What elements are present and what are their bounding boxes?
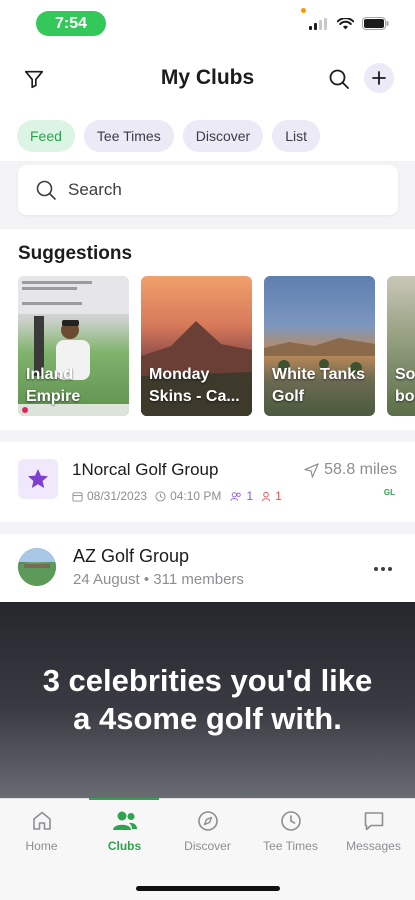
chip-tee-times[interactable]: Tee Times (83, 120, 174, 152)
search-input-icon (36, 180, 56, 200)
chip-list[interactable]: List (272, 120, 320, 152)
suggestion-card-label: So bo (395, 366, 415, 405)
status-time: 7:54 (36, 11, 106, 36)
status-icons (309, 17, 389, 30)
plus-icon (372, 71, 386, 85)
suggestion-card-label: Monday Skins - Ca... (149, 366, 240, 405)
post-group-avatar[interactable] (18, 548, 56, 586)
group-requests-count: 1 (275, 489, 282, 503)
tab-discover-label: Discover (184, 839, 231, 853)
tab-clubs[interactable]: Clubs (83, 809, 166, 853)
wifi-icon (337, 17, 354, 29)
message-icon (364, 812, 383, 831)
clock-small-icon (155, 490, 166, 502)
battery-icon (362, 17, 389, 30)
home-icon (32, 811, 51, 830)
group-date: 08/31/2023 (87, 489, 148, 503)
suggestion-card[interactable]: So bo (387, 276, 415, 416)
home-indicator (136, 886, 280, 891)
cellular-signal-icon (309, 17, 327, 30)
more-icon (374, 567, 392, 571)
filter-chips: Feed Tee Times Discover List (17, 120, 320, 152)
bottom-tab-bar: Home Clubs Discover Tee Times Messages (0, 798, 415, 900)
post-more-button[interactable] (373, 556, 393, 577)
chip-feed[interactable]: Feed (17, 120, 75, 152)
tab-home[interactable]: Home (0, 809, 83, 853)
calendar-icon (72, 491, 83, 502)
tab-messages-label: Messages (346, 839, 401, 853)
suggestion-card[interactable]: White Tanks Golf (264, 276, 375, 416)
group-meta: 08/31/2023 04:10 PM 1 1 (72, 489, 282, 503)
clock-icon (280, 811, 301, 831)
tab-tee-times-label: Tee Times (263, 839, 318, 853)
section-divider (0, 522, 415, 534)
suggestion-card-label: Inland Empire (26, 366, 81, 405)
header-search-button[interactable] (325, 65, 353, 93)
post-subtitle: 24 August • 311 members (73, 571, 244, 588)
search-input[interactable]: Search (18, 165, 398, 215)
post-header: AZ Golf Group 24 August • 311 members (0, 538, 415, 598)
members-icon (230, 491, 242, 501)
chip-discover[interactable]: Discover (182, 120, 264, 152)
users-icon (112, 811, 137, 830)
suggestion-card-label: White Tanks Golf (272, 366, 366, 405)
status-bar: 7:54 (0, 0, 415, 46)
app-header: My Clubs (0, 56, 415, 102)
post-image[interactable]: 3 celebrities you'd like a 4some golf wi… (0, 602, 415, 798)
tab-discover[interactable]: Discover (166, 809, 249, 853)
suggestions-carousel[interactable]: Inland Empire Monday Skins - Ca... White… (18, 276, 415, 416)
group-time: 04:10 PM (170, 489, 222, 503)
group-members-count: 1 (246, 489, 254, 503)
star-icon (28, 469, 48, 488)
section-divider (0, 430, 415, 442)
gl-badge: GL (383, 488, 395, 497)
avatar-image (18, 548, 56, 586)
privacy-indicator (301, 8, 306, 13)
group-list-item[interactable]: 1Norcal Golf Group 08/31/2023 04:10 PM 1… (0, 447, 415, 515)
tab-messages[interactable]: Messages (332, 809, 415, 853)
suggestions-title: Suggestions (18, 243, 133, 264)
search-placeholder: Search (68, 180, 122, 199)
add-club-button[interactable] (364, 63, 394, 93)
group-distance-value: 58.8 miles (324, 461, 397, 478)
person-icon (262, 491, 271, 501)
post-group-name[interactable]: AZ Golf Group (73, 546, 189, 567)
search-icon (329, 69, 349, 89)
tab-clubs-label: Clubs (107, 839, 142, 853)
tab-home-label: Home (25, 839, 58, 853)
group-distance: 58.8 miles (304, 461, 397, 479)
suggestion-card[interactable]: Monday Skins - Ca... (141, 276, 252, 416)
post-image-text: 3 celebrities you'd like a 4some golf wi… (42, 663, 373, 736)
suggestion-card[interactable]: Inland Empire (18, 276, 129, 416)
active-tab-indicator (89, 798, 159, 800)
location-arrow-icon (304, 462, 319, 478)
group-avatar (18, 459, 58, 499)
tab-tee-times[interactable]: Tee Times (249, 809, 332, 853)
compass-icon (197, 811, 218, 831)
group-name: 1Norcal Golf Group (72, 460, 219, 479)
